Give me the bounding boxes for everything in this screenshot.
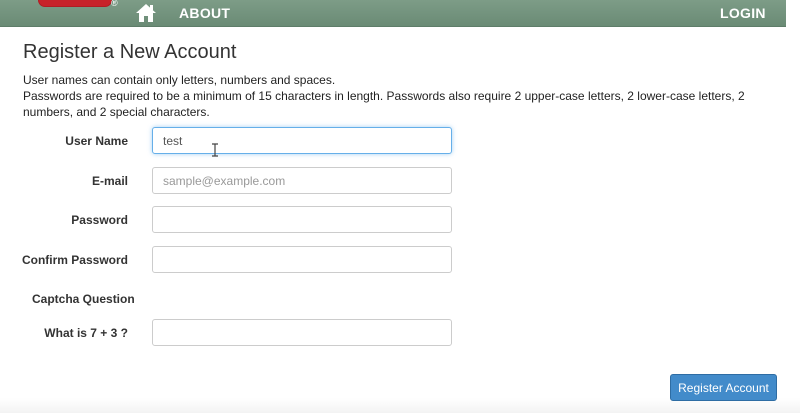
confirm-password-input[interactable] [152, 246, 452, 273]
email-label: E-mail [91, 174, 128, 188]
page-title: Register a New Account [23, 41, 237, 63]
password-input[interactable] [152, 206, 452, 233]
top-navbar: ® ABOUT LOGIN [0, 0, 786, 27]
register-account-button[interactable]: Register Account [670, 374, 777, 401]
username-input[interactable] [152, 127, 452, 154]
username-label: User Name [65, 134, 128, 148]
brand-logo[interactable] [38, 0, 112, 7]
registration-help-text: User names can contain only letters, num… [23, 72, 783, 120]
password-rules-text: Passwords are required to be a minimum o… [23, 89, 745, 119]
password-label: Password [71, 213, 128, 227]
home-icon[interactable] [135, 3, 157, 23]
nav-about-link[interactable]: ABOUT [179, 5, 230, 21]
username-rules-text: User names can contain only letters, num… [23, 73, 336, 87]
text-cursor-icon [211, 143, 219, 157]
captcha-section-label: Captcha Question [32, 292, 135, 306]
registered-mark: ® [111, 0, 118, 8]
nav-login-link[interactable]: LOGIN [720, 5, 766, 21]
email-input[interactable] [152, 167, 452, 194]
captcha-answer-input[interactable] [152, 319, 452, 346]
captcha-question-label: What is 7 + 3 ? [44, 326, 128, 340]
confirm-password-label: Confirm Password [21, 253, 128, 267]
